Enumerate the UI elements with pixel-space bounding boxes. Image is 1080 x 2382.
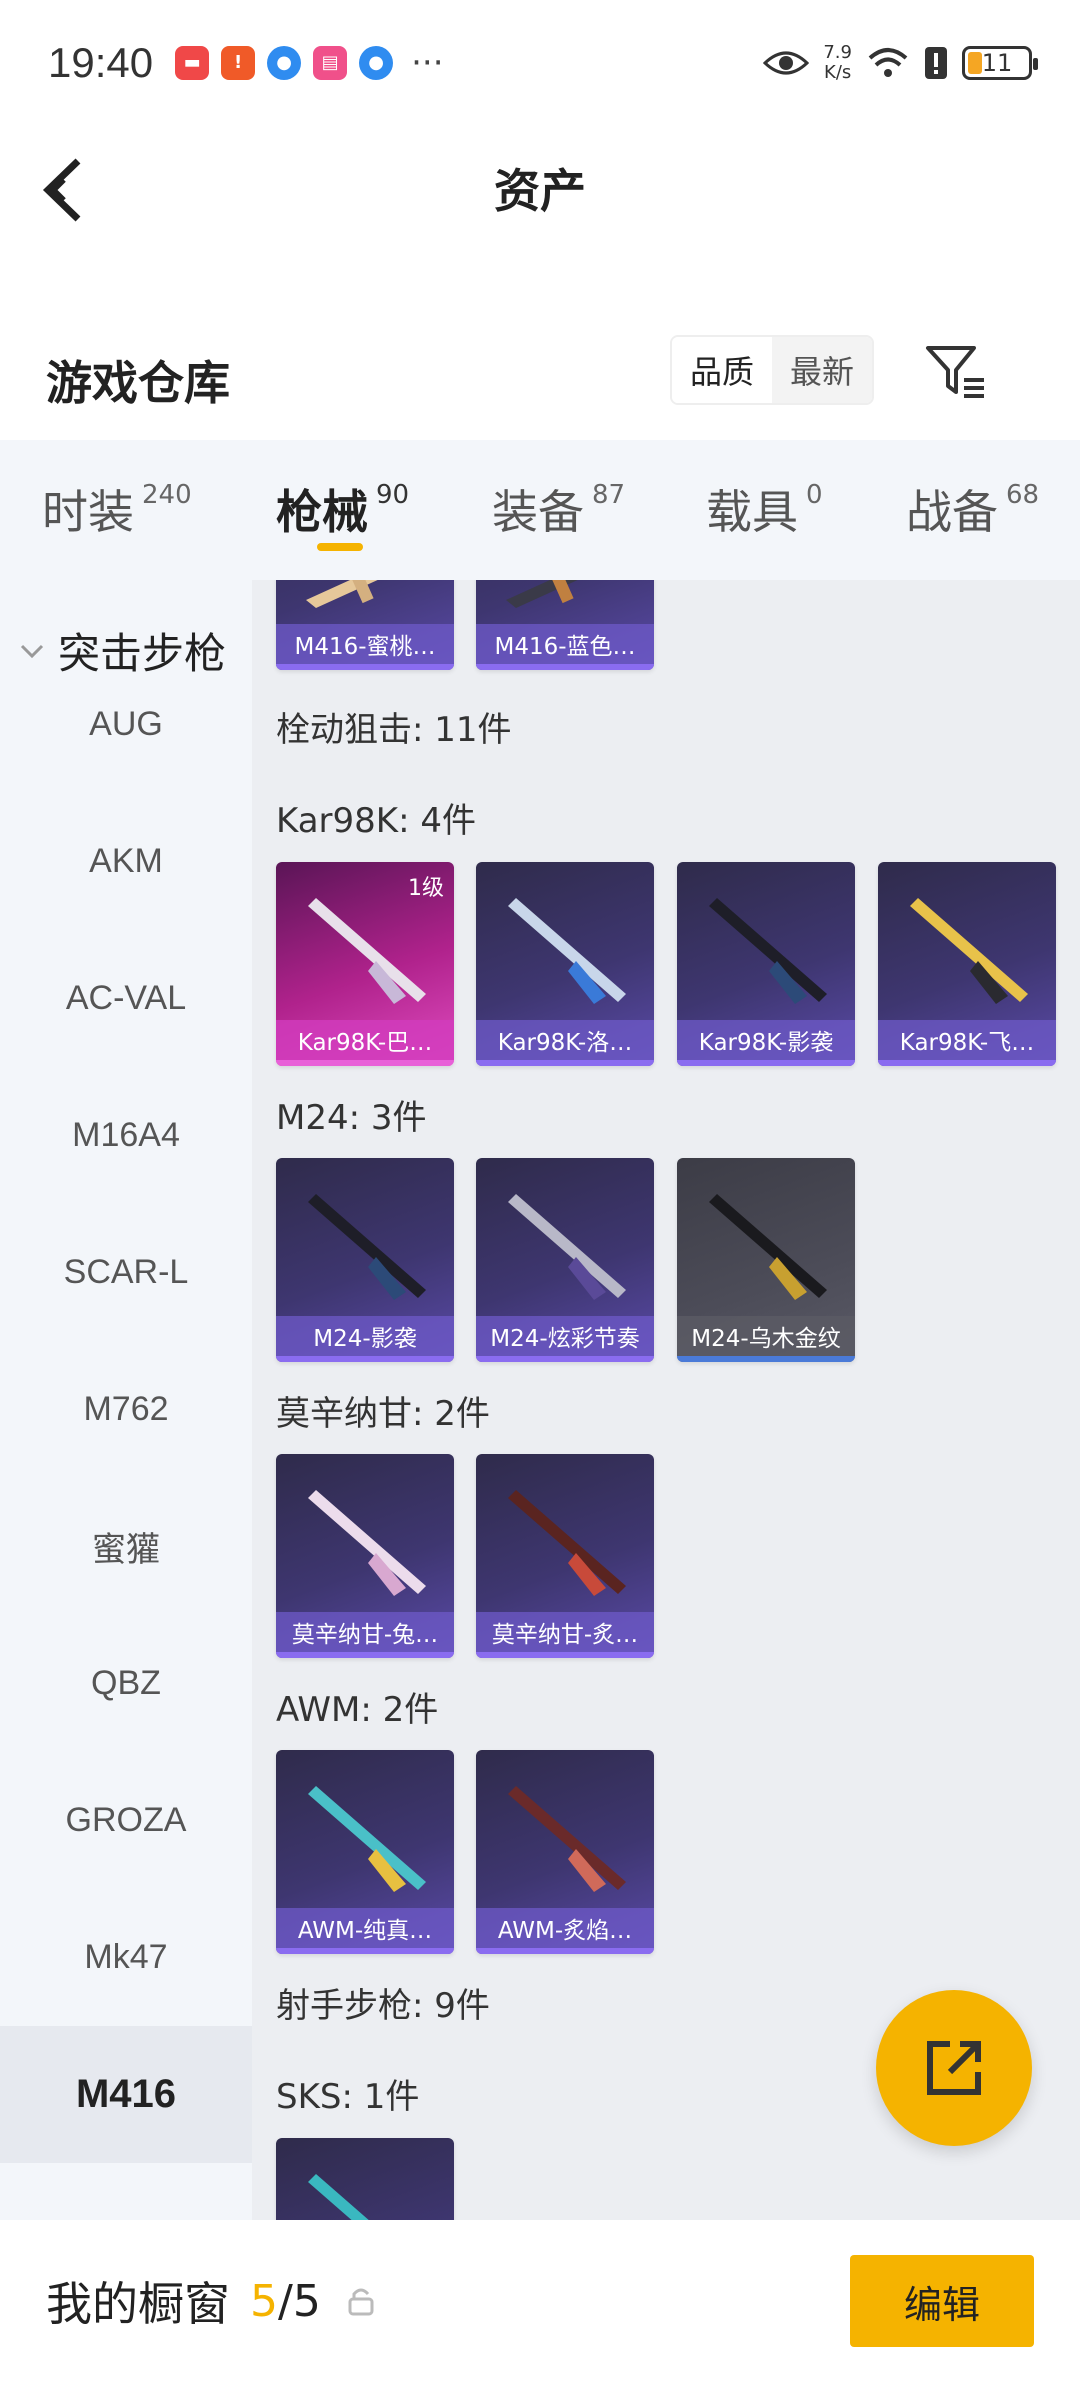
- group-title-kar98k: Kar98K: 4件: [276, 801, 476, 841]
- warehouse-header: 游戏仓库: [0, 320, 1080, 440]
- app-header: 资产: [0, 125, 1080, 250]
- skin-card[interactable]: M24-影袭: [276, 1158, 454, 1362]
- app-blue-icon: ●: [359, 45, 394, 80]
- status-time: 19:40: [48, 38, 154, 86]
- skin-card[interactable]: M24-炫彩节奏: [476, 1158, 654, 1362]
- skin-card[interactable]: M416-蜜桃…: [276, 580, 454, 670]
- level-badge: 1级: [408, 876, 444, 901]
- skin-card[interactable]: M24-乌木金纹: [677, 1158, 855, 1362]
- rifle-icon: [910, 898, 1028, 1004]
- sidebar-item-qbz[interactable]: QBZ: [0, 1615, 252, 1752]
- tab-firearms[interactable]: 枪械 90: [276, 476, 409, 542]
- showcase-count: 5/5: [250, 2275, 321, 2327]
- warehouse-title: 游戏仓库: [46, 356, 230, 410]
- filter-icon[interactable]: [924, 340, 988, 404]
- skin-card[interactable]: Kar98K-影袭: [677, 862, 855, 1066]
- app-pink-icon: ▤: [313, 45, 348, 80]
- sort-newest-button[interactable]: 最新: [772, 337, 873, 403]
- skin-card[interactable]: Kar98K-洛…: [476, 862, 654, 1066]
- sort-toggle: 品质 最新: [670, 335, 875, 405]
- sidebar-item-mk47[interactable]: Mk47: [0, 1889, 252, 2026]
- active-tab-indicator: [317, 543, 363, 551]
- skin-card[interactable]: [276, 2138, 454, 2220]
- rifle-icon: [508, 1194, 626, 1300]
- edit-button[interactable]: 编辑: [850, 2255, 1034, 2347]
- tab-vehicles[interactable]: 载具 0: [706, 476, 823, 542]
- skin-card[interactable]: AWM-炙焰…: [476, 1750, 654, 1954]
- group-title-mosin: 莫辛纳甘: 2件: [276, 1394, 490, 1434]
- app-orange-icon: !: [221, 45, 256, 80]
- group-title-m24: M24: 3件: [276, 1098, 427, 1138]
- weapon-type-sidebar: 突击步枪 AUG AKM AC-VAL M16A4 SCAR-L M762 蜜獾…: [0, 580, 252, 2220]
- sidebar-item-aug[interactable]: AUG: [0, 656, 252, 793]
- battery-icon: 11: [962, 45, 1038, 80]
- sort-quality-button[interactable]: 品质: [672, 337, 773, 403]
- tab-tactical[interactable]: 战备 68: [906, 476, 1039, 542]
- skin-card[interactable]: AWM-纯真…: [276, 1750, 454, 1954]
- sidebar-item-m16a4[interactable]: M16A4: [0, 1067, 252, 1204]
- wifi-icon: [868, 47, 908, 77]
- back-arrow-icon[interactable]: [36, 155, 96, 225]
- category-bolt-action-title: 栓动狙击: 11件: [276, 710, 512, 750]
- sidebar-item-groza[interactable]: GROZA: [0, 1752, 252, 1889]
- skin-card[interactable]: 莫辛纳甘-兔…: [276, 1454, 454, 1658]
- share-button[interactable]: [876, 1990, 1032, 2146]
- sidebar-item-akm[interactable]: AKM: [0, 793, 252, 930]
- tab-fashion[interactable]: 时装 240: [42, 476, 192, 542]
- skin-card[interactable]: 1级 Kar98K-巴…: [276, 862, 454, 1066]
- more-notifications-icon: ···: [411, 42, 444, 83]
- rifle-icon: [506, 580, 578, 608]
- alert-icon: [925, 46, 947, 79]
- rifle-icon: [308, 1786, 426, 1892]
- skin-card[interactable]: 莫辛纳甘-炙…: [476, 1454, 654, 1658]
- app-blue-icon: ●: [267, 45, 302, 80]
- showcase-label: 我的橱窗: [46, 2277, 230, 2331]
- eye-icon: [763, 51, 810, 74]
- network-speed: 7.9 K/s: [823, 41, 852, 83]
- tab-equipment[interactable]: 装备 87: [492, 476, 625, 542]
- sidebar-item-scar-l[interactable]: SCAR-L: [0, 1204, 252, 1341]
- group-title-sks: SKS: 1件: [276, 2077, 420, 2117]
- rifle-icon: [308, 1490, 426, 1596]
- rifle-icon: [709, 898, 827, 1004]
- sidebar-item-m416[interactable]: M416: [0, 2026, 252, 2163]
- sidebar-item-m762[interactable]: M762: [0, 1341, 252, 1478]
- rifle-icon: [508, 898, 626, 1004]
- rifle-icon: [306, 580, 378, 608]
- sidebar-item-honey-badger[interactable]: 蜜獾: [0, 1478, 252, 1615]
- rifle-icon: [508, 1490, 626, 1596]
- skin-card[interactable]: Kar98K-飞…: [878, 862, 1056, 1066]
- rifle-icon: [308, 2174, 369, 2220]
- category-dmr-title: 射手步枪: 9件: [276, 1986, 490, 2026]
- lock-icon: [348, 2288, 374, 2316]
- group-title-awm: AWM: 2件: [276, 1690, 439, 1730]
- showcase-bar: 我的橱窗 5/5 编辑: [0, 2220, 1080, 2382]
- page-title: 资产: [494, 163, 586, 218]
- external-link-icon: [927, 2041, 981, 2095]
- weapon-skin-list: M416-蜜桃… M416-蓝色… 栓动狙击: 11件 Kar98K: 4件 1…: [252, 580, 1080, 2220]
- sidebar-item-ac-val[interactable]: AC-VAL: [0, 930, 252, 1067]
- status-bar: 19:40 ▬ ! ● ▤ ● ··· 7.9 K/s 11: [0, 0, 1080, 125]
- category-tabs: 时装 240 枪械 90 装备 87 载具 0 战备 68: [0, 440, 1080, 580]
- skin-card[interactable]: M416-蓝色…: [476, 580, 654, 670]
- rifle-icon: [508, 1786, 626, 1892]
- rifle-icon: [709, 1194, 827, 1300]
- app-red-icon: ▬: [175, 45, 210, 80]
- rifle-icon: [308, 1194, 426, 1300]
